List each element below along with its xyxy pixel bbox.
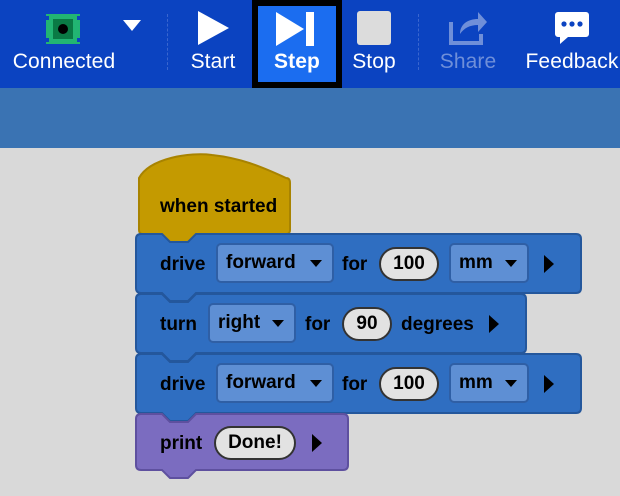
direction-dropdown[interactable]: forward xyxy=(216,243,334,283)
chevron-down-icon xyxy=(310,260,322,267)
chevron-down-icon xyxy=(505,380,517,387)
play-step-icon[interactable] xyxy=(312,434,322,452)
turn-block-label: turn xyxy=(160,314,197,335)
direction-value: forward xyxy=(226,252,296,273)
turn-direction-dropdown[interactable]: right xyxy=(208,303,296,343)
unit-value: mm xyxy=(459,252,493,273)
drive-block-label: drive xyxy=(160,254,206,275)
chevron-down-icon xyxy=(505,260,517,267)
unit-value: mm xyxy=(459,372,493,393)
drive-block-label: drive xyxy=(160,374,206,395)
print-block-label: print xyxy=(160,433,203,454)
direction-dropdown[interactable]: forward xyxy=(216,363,334,403)
distance-input[interactable]: 100 xyxy=(379,367,439,401)
for-label: for xyxy=(305,314,331,335)
play-step-icon[interactable] xyxy=(489,315,499,333)
hat-block-label: when started xyxy=(160,196,278,217)
chevron-down-icon xyxy=(272,320,284,327)
turn-direction-value: right xyxy=(218,312,261,333)
play-step-icon[interactable] xyxy=(544,375,554,393)
degrees-label: degrees xyxy=(401,314,474,335)
for-label: for xyxy=(342,374,368,395)
play-step-icon[interactable] xyxy=(544,255,554,273)
unit-dropdown[interactable]: mm xyxy=(449,363,529,403)
distance-input[interactable]: 100 xyxy=(379,247,439,281)
unit-dropdown[interactable]: mm xyxy=(449,243,529,283)
angle-input[interactable]: 90 xyxy=(342,307,392,341)
for-label: for xyxy=(342,254,368,275)
direction-value: forward xyxy=(226,372,296,393)
print-text-input[interactable]: Done! xyxy=(214,426,296,460)
chevron-down-icon xyxy=(310,380,322,387)
